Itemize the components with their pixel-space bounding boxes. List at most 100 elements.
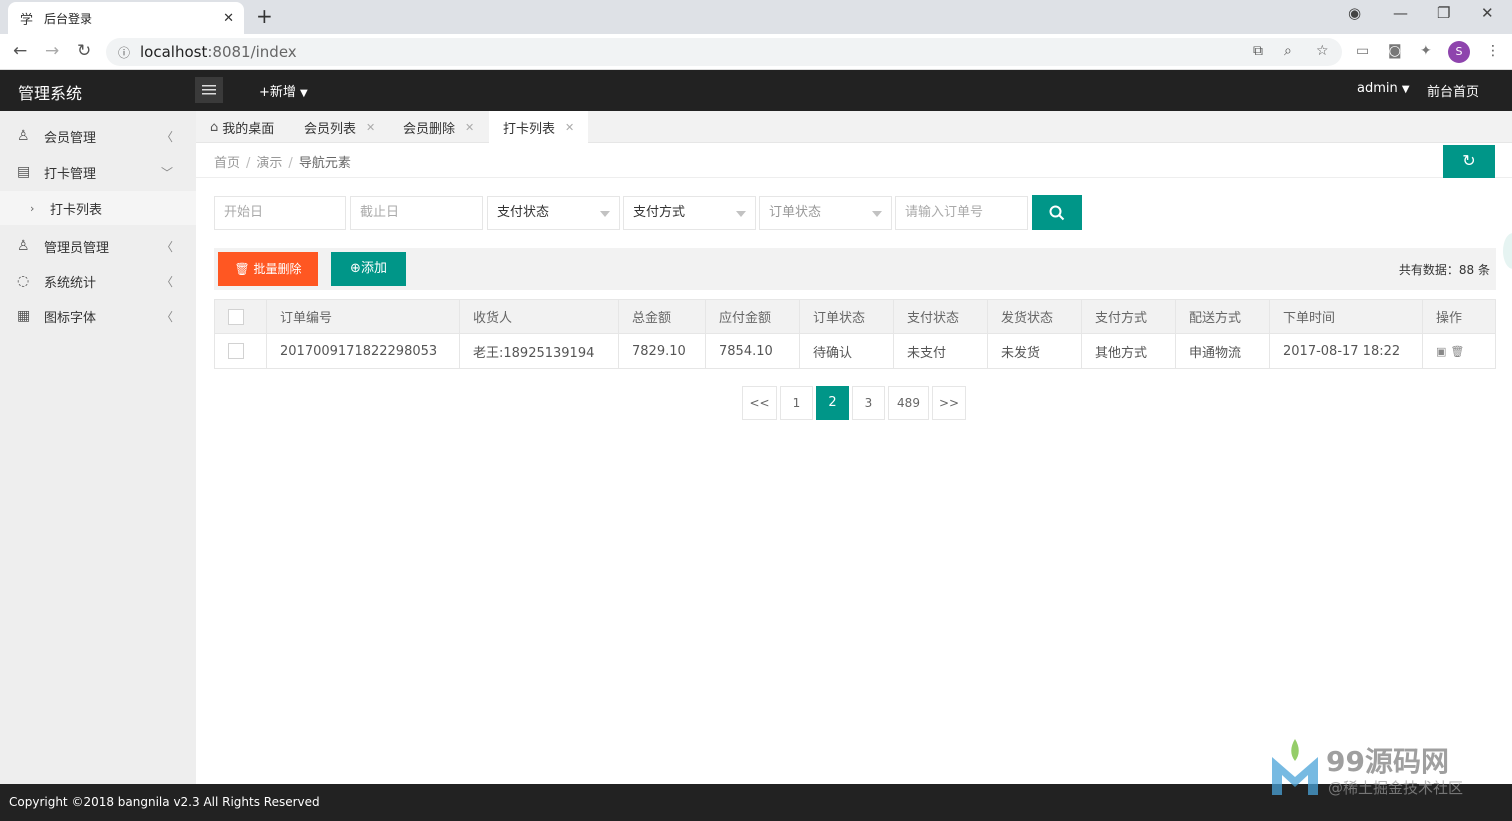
- order-time-cell: 2017-08-17 18:22: [1269, 333, 1423, 369]
- watermark-subtitle: @稀土掘金技术社区: [1328, 779, 1464, 797]
- batch-delete-button[interactable]: 🗑 批量删除: [218, 252, 318, 286]
- plus-circle-icon: ⊕: [350, 261, 361, 276]
- breadcrumb: 首页 / 演示 / 导航元素: [214, 156, 351, 171]
- page-1-button[interactable]: 1: [780, 386, 813, 420]
- batch-delete-label: 批量删除: [253, 262, 302, 276]
- camera-icon[interactable]: ◙: [1388, 43, 1402, 59]
- browser-tab[interactable]: 学 后台登录 ✕: [8, 2, 244, 34]
- refresh-button[interactable]: ↻: [1443, 145, 1495, 178]
- user-icon: ♙: [17, 238, 30, 254]
- end-date-input[interactable]: 截止日: [350, 196, 483, 230]
- column-header: 发货状态: [987, 299, 1082, 334]
- browser-tab-bar: 学 后台登录 ✕ + ◉ — ❐ ✕: [0, 0, 1512, 34]
- page-3-button[interactable]: 3: [852, 386, 885, 420]
- refresh-icon: ↻: [1462, 151, 1476, 170]
- page-tabs: ⌂ 我的桌面 会员列表 ✕ 会员删除 ✕ 打卡列表 ✕: [196, 111, 1512, 143]
- add-new-menu[interactable]: +新增 ▼: [259, 81, 308, 100]
- minimize-icon[interactable]: —: [1393, 4, 1408, 22]
- ship-status-cell: 未发货: [987, 333, 1082, 369]
- new-tab-icon[interactable]: +: [256, 4, 273, 28]
- delivery-method-cell: 申通物流: [1175, 333, 1270, 369]
- close-tab-icon[interactable]: ✕: [223, 11, 234, 26]
- more-menu-icon[interactable]: ⋮: [1486, 43, 1500, 59]
- menu-toggle-button[interactable]: [195, 77, 223, 103]
- url-field[interactable]: ⓘ localhost:8081/index ⧉ ⌕ ☆: [106, 38, 1342, 66]
- hamburger-icon: [202, 85, 216, 95]
- add-button[interactable]: ⊕添加: [331, 252, 406, 286]
- front-home-link[interactable]: 前台首页: [1427, 81, 1479, 100]
- sidebar-subitem-checkin-list[interactable]: › 打卡列表: [0, 191, 196, 225]
- dashboard-icon: ◌: [17, 273, 30, 289]
- clipboard-icon: ▤: [17, 164, 31, 180]
- forward-icon[interactable]: →: [45, 41, 59, 61]
- pay-status-select[interactable]: 支付状态: [487, 196, 620, 230]
- tab-label: 我的桌面: [222, 121, 275, 137]
- pay-method-cell: 其他方式: [1081, 333, 1176, 369]
- breadcrumb-home[interactable]: 首页: [214, 156, 240, 171]
- delete-icon[interactable]: 🗑: [1450, 345, 1464, 358]
- sidebar-item-label: 系统统计: [44, 275, 97, 291]
- sidebar-item-label: 打卡管理: [44, 166, 97, 182]
- bookmark-star-icon[interactable]: ☆: [1316, 43, 1329, 59]
- zoom-icon[interactable]: ⌕: [1284, 43, 1292, 59]
- window-close-icon[interactable]: ✕: [1481, 4, 1494, 22]
- row-checkbox[interactable]: [228, 343, 244, 359]
- next-page-button[interactable]: >>: [932, 386, 966, 420]
- column-header: 下单时间: [1269, 299, 1423, 334]
- start-date-input[interactable]: 开始日: [214, 196, 346, 230]
- sidebar-item-admins[interactable]: ♙ 管理员管理 〈: [0, 229, 196, 263]
- site-info-icon[interactable]: ⓘ: [118, 44, 140, 61]
- close-icon[interactable]: ✕: [565, 121, 574, 134]
- restore-icon[interactable]: ❐: [1437, 4, 1450, 22]
- tab-member-delete[interactable]: 会员删除 ✕: [389, 111, 488, 143]
- breadcrumb-demo[interactable]: 演示: [256, 156, 282, 171]
- column-header: 订单编号: [266, 299, 460, 334]
- sidebar: ♙ 会员管理 〈 ▤ 打卡管理 ﹀ › 打卡列表 ♙ 管理员管理 〈 ◌ 系统统…: [0, 111, 196, 784]
- chevron-left-icon: 〈: [161, 129, 174, 144]
- tab-member-list[interactable]: 会员列表 ✕: [290, 111, 389, 143]
- order-status-select[interactable]: 订单状态: [759, 196, 892, 230]
- sidebar-item-checkin[interactable]: ▤ 打卡管理 ﹀: [0, 155, 196, 189]
- sidebar-item-members[interactable]: ♙ 会员管理 〈: [0, 119, 196, 153]
- tab-checkin-list[interactable]: 打卡列表 ✕: [489, 111, 589, 143]
- payable-amount-cell: 7854.10: [705, 333, 800, 369]
- profile-avatar[interactable]: S: [1448, 41, 1470, 63]
- translate-icon[interactable]: ⧉: [1253, 43, 1263, 59]
- url-path: :8081/index: [207, 43, 297, 61]
- caret-down-icon: [736, 211, 746, 217]
- extension-icon[interactable]: ▭: [1356, 43, 1369, 59]
- column-header: 总金额: [618, 299, 706, 334]
- sidebar-item-statistics[interactable]: ◌ 系统统计 〈: [0, 264, 196, 298]
- home-icon: ⌂: [210, 119, 219, 135]
- app-header: 管理系统 +新增 ▼ admin ▼ 前台首页: [0, 70, 1512, 111]
- table-row: 2017009171822298053 老王:18925139194 7829.…: [214, 333, 1496, 369]
- sidebar-item-icon-fonts[interactable]: ▦ 图标字体 〈: [0, 299, 196, 333]
- prev-page-button[interactable]: <<: [742, 386, 777, 420]
- breadcrumb-current: 导航元素: [298, 156, 351, 171]
- profile-menu-icon[interactable]: ◉: [1348, 4, 1361, 22]
- admin-label: admin: [1357, 81, 1398, 96]
- back-icon[interactable]: ←: [13, 41, 27, 61]
- close-icon[interactable]: ✕: [465, 121, 474, 134]
- search-button[interactable]: [1032, 195, 1082, 230]
- watermark-title: 99源码网: [1326, 745, 1449, 778]
- chevron-left-icon: 〈: [161, 239, 174, 254]
- puzzle-icon[interactable]: ✦: [1420, 43, 1432, 59]
- tab-desktop[interactable]: ⌂ 我的桌面: [196, 111, 288, 143]
- user-icon: ♙: [17, 128, 30, 144]
- page-2-button[interactable]: 2: [816, 386, 849, 420]
- admin-menu[interactable]: admin ▼: [1357, 81, 1410, 96]
- receiver-cell: 老王:18925139194: [459, 333, 619, 369]
- sidebar-item-label: 会员管理: [44, 130, 97, 146]
- close-icon[interactable]: ✕: [366, 121, 375, 134]
- order-number-input[interactable]: 请输入订单号: [895, 196, 1028, 230]
- pay-method-select[interactable]: 支付方式: [623, 196, 756, 230]
- select-value: 支付方式: [633, 205, 686, 220]
- select-value: 订单状态: [769, 205, 822, 220]
- edit-icon[interactable]: ▣: [1436, 345, 1446, 358]
- reload-icon[interactable]: ↻: [77, 41, 91, 61]
- page-489-button[interactable]: 489: [888, 386, 929, 420]
- browser-tab-title: 后台登录: [44, 11, 93, 26]
- sidebar-item-label: 图标字体: [44, 310, 97, 326]
- select-all-checkbox[interactable]: [228, 308, 244, 325]
